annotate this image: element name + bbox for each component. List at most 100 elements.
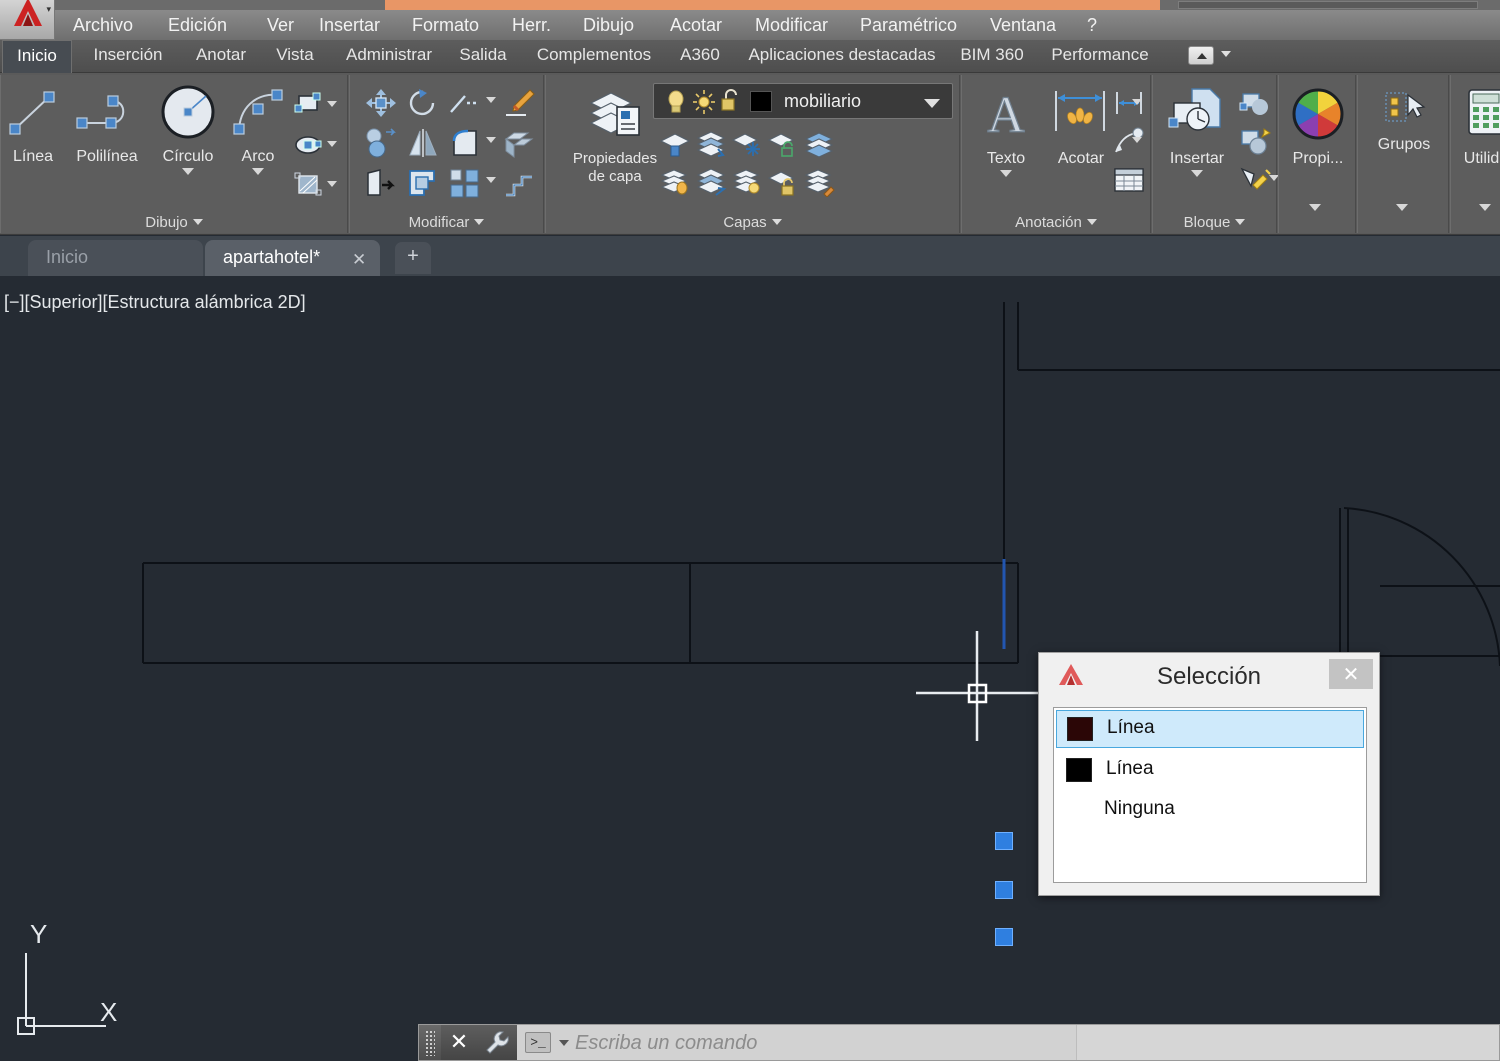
layer-unlock-button[interactable]	[766, 129, 800, 164]
trim-button[interactable]	[448, 87, 482, 124]
layer-freeze-button[interactable]	[730, 129, 764, 164]
layer-off-button[interactable]	[658, 167, 692, 202]
menu-item-ventana[interactable]: Ventana	[990, 15, 1056, 36]
ribbon-tab-a360[interactable]: A360	[670, 40, 730, 73]
utilities-button[interactable]: Utilida	[1451, 87, 1500, 168]
panel-title-capas[interactable]: Capas	[546, 214, 959, 231]
ribbon-minimize-icon[interactable]	[1188, 46, 1214, 65]
menu-item--[interactable]: ?	[1087, 15, 1097, 36]
arc-button[interactable]: Arco	[225, 85, 291, 175]
create-block-button[interactable]	[1239, 89, 1273, 124]
layer-color-swatch[interactable]	[750, 91, 772, 112]
selection-list-item[interactable]: Ninguna	[1054, 790, 1366, 830]
close-button[interactable]: ✕	[441, 1025, 477, 1060]
new-tab-button[interactable]: +	[395, 242, 431, 274]
leader-button[interactable]	[1112, 127, 1146, 160]
line-button[interactable]: Línea	[3, 85, 63, 166]
ellipse-button[interactable]	[293, 131, 323, 164]
chevron-down-icon[interactable]	[252, 168, 264, 175]
ribbon-tab-salida[interactable]: Salida	[448, 40, 518, 73]
insert-block-button[interactable]: Insertar	[1157, 85, 1237, 177]
chevron-down-icon[interactable]	[1191, 170, 1203, 177]
menu-item-dibujo[interactable]: Dibujo	[583, 15, 634, 36]
chevron-down-icon[interactable]	[1309, 204, 1321, 211]
menu-item-modificar[interactable]: Modificar	[755, 15, 828, 36]
rectangle-button[interactable]	[293, 91, 323, 124]
copy-button[interactable]	[364, 127, 398, 164]
viewport-label[interactable]: [−][Superior][Estructura alámbrica 2D]	[4, 292, 306, 313]
fillet-button[interactable]	[448, 127, 482, 164]
erase-button[interactable]	[502, 87, 536, 124]
layer-combo[interactable]: mobiliario	[653, 83, 953, 119]
dialog-title-bar[interactable]: Selección ✕	[1039, 653, 1379, 699]
layer-change-button[interactable]	[802, 167, 836, 202]
chevron-down-icon[interactable]	[486, 137, 496, 143]
menu-item-ver[interactable]: Ver	[267, 15, 294, 36]
command-prompt-icon[interactable]: >_	[525, 1032, 551, 1053]
chevron-down-icon[interactable]	[1132, 99, 1142, 105]
grip-point[interactable]	[995, 881, 1013, 899]
application-menu-button[interactable]: ▾	[0, 0, 55, 40]
menu-item-param-trico[interactable]: Paramétrico	[860, 15, 957, 36]
quick-access-toolbar[interactable]	[1178, 1, 1478, 9]
grip-point[interactable]	[995, 832, 1013, 850]
scale-button[interactable]	[364, 167, 398, 204]
dimension-button[interactable]: Acotar	[1042, 85, 1120, 168]
chevron-down-icon[interactable]	[327, 101, 337, 107]
hatch-button[interactable]	[293, 171, 323, 204]
move-button[interactable]	[364, 87, 398, 124]
menu-item-herr-[interactable]: Herr.	[512, 15, 551, 36]
chevron-down-icon[interactable]	[1396, 204, 1408, 211]
selection-list-item[interactable]: Línea	[1056, 710, 1364, 748]
chevron-down-icon[interactable]	[559, 1040, 569, 1046]
chevron-down-icon[interactable]	[1000, 170, 1012, 177]
chevron-down-icon[interactable]	[486, 97, 496, 103]
offset-button[interactable]	[406, 167, 440, 204]
circle-button[interactable]: Círculo	[149, 83, 227, 175]
polyline-button[interactable]: Polilínea	[63, 85, 151, 166]
close-button[interactable]: ✕	[1329, 659, 1373, 689]
selected-line[interactable]	[985, 551, 1025, 661]
ribbon-tab-performance[interactable]: Performance	[1036, 40, 1164, 73]
chevron-down-icon[interactable]	[1132, 137, 1142, 143]
selection-list-item[interactable]: Línea	[1054, 750, 1366, 790]
ribbon-tab-bim-360[interactable]: BIM 360	[950, 40, 1034, 73]
ribbon-tab-complementos[interactable]: Complementos	[520, 40, 668, 73]
ribbon-tab-vista[interactable]: Vista	[262, 40, 328, 73]
text-button[interactable]: A Texto	[970, 85, 1042, 177]
menu-item-archivo[interactable]: Archivo	[73, 15, 133, 36]
command-line[interactable]: ✕ >_ Escriba un comando	[418, 1024, 1500, 1061]
edit-block-button[interactable]	[1239, 127, 1273, 162]
chevron-down-icon[interactable]	[327, 141, 337, 147]
menu-item-acotar[interactable]: Acotar	[670, 15, 722, 36]
ribbon-tab-anotar[interactable]: Anotar	[182, 40, 260, 73]
selection-list[interactable]: Línea Línea Ninguna	[1053, 707, 1367, 883]
layer-thaw-button[interactable]	[730, 167, 764, 202]
define-attribute-button[interactable]	[1239, 165, 1273, 200]
ribbon-tab-inserci-n[interactable]: Inserción	[78, 40, 178, 73]
explode-button[interactable]	[502, 167, 536, 204]
properties-button[interactable]: Propi...	[1279, 87, 1357, 168]
layer-match-button[interactable]	[694, 129, 728, 164]
panel-title-dibujo[interactable]: Dibujo	[1, 214, 347, 231]
selection-dialog[interactable]: Selección ✕ Línea Línea Ninguna	[1038, 652, 1380, 896]
ribbon-tab-administrar[interactable]: Administrar	[330, 40, 448, 73]
layer-make-current-button[interactable]	[658, 129, 692, 164]
panel-title-modificar[interactable]: Modificar	[350, 214, 543, 231]
command-input-area[interactable]: >_ Escriba un comando	[517, 1025, 1077, 1060]
ribbon-tab-aplicaciones-destacadas[interactable]: Aplicaciones destacadas	[732, 40, 952, 73]
table-button[interactable]	[1112, 165, 1146, 200]
stretch-button[interactable]	[502, 127, 536, 164]
layer-lock-button[interactable]	[766, 167, 800, 202]
chevron-down-icon[interactable]	[924, 99, 940, 108]
file-tab-inicio[interactable]: Inicio	[28, 240, 203, 276]
layer-isolate-button[interactable]	[802, 129, 836, 164]
command-input[interactable]: Escriba un comando	[575, 1032, 757, 1055]
drag-grip-icon[interactable]	[419, 1025, 441, 1060]
layer-previous-button[interactable]	[694, 167, 728, 202]
close-icon[interactable]: ✕	[352, 250, 366, 270]
rotate-button[interactable]	[406, 87, 440, 124]
panel-title-anotacion[interactable]: Anotación	[962, 214, 1150, 231]
mirror-button[interactable]	[406, 127, 440, 164]
groups-button[interactable]: Grupos	[1358, 89, 1450, 154]
